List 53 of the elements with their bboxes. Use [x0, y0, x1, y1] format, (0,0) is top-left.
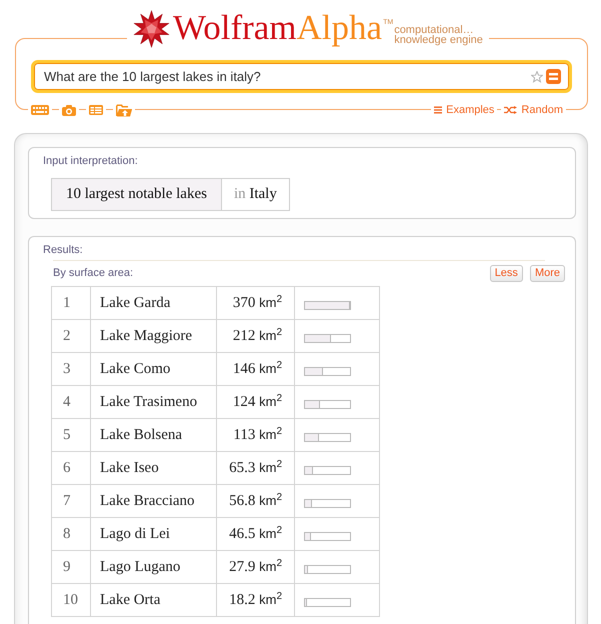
location-qualifier: in Italy — [222, 178, 290, 211]
interpreted-query: 10 largest notable lakes — [51, 178, 222, 211]
area-value: 27.9 km$^{2}$ — [229, 558, 282, 576]
equals-button[interactable] — [546, 69, 561, 84]
rank-number: 10 — [63, 592, 78, 608]
more-button[interactable]: More — [530, 264, 565, 282]
area-value: 113 km$^{2}$ — [233, 426, 282, 444]
logo-tagline: computational… knowledge engine — [394, 25, 483, 45]
random-link[interactable]: Random — [501, 103, 566, 117]
lake-name: Lake Como — [100, 360, 170, 378]
area-value: 212 km$^{2}$ — [232, 328, 282, 344]
lake-name: Lago Lugano — [100, 558, 180, 576]
lake-name: Lake Garda — [100, 294, 170, 312]
rank-number: 6 — [63, 460, 70, 476]
area-value: 146 km$^{2}$ — [232, 360, 282, 378]
logo-wordmark: WolframAlpha — [173, 8, 382, 48]
subsection-title: By surface area: — [53, 266, 134, 280]
area-value: 56.8 km$^{2}$ — [229, 492, 282, 510]
area-value: 18.2 km$^{2}$ — [229, 592, 282, 608]
lake-name: Lake Bracciano — [100, 492, 195, 510]
list-icon — [434, 106, 442, 114]
lake-name: Lago di Lei — [100, 526, 170, 542]
rank-number: 8 — [63, 526, 70, 542]
less-button[interactable]: Less — [490, 264, 523, 282]
lake-name: Lake Orta — [100, 592, 160, 608]
area-value: 65.3 km$^{2}$ — [229, 460, 282, 476]
section-title: Input interpretation: — [43, 154, 138, 168]
lake-name: Lake Iseo — [100, 460, 159, 476]
area-value: 370 km$^{2}$ — [232, 294, 282, 312]
rank-number: 9 — [63, 558, 70, 576]
table-icon[interactable] — [89, 105, 103, 115]
lake-name: Lake Maggiore — [100, 328, 192, 344]
rank-number: 5 — [63, 426, 70, 444]
lake-name: Lake Trasimeno — [100, 394, 198, 410]
rank-number: 1 — [63, 294, 70, 312]
search-field[interactable]: What are the 10 largest lakes in italy? — [31, 60, 572, 93]
rank-number: 2 — [63, 328, 70, 344]
star-icon[interactable] — [531, 70, 543, 82]
shuffle-icon — [504, 106, 518, 114]
camera-icon[interactable] — [62, 104, 76, 116]
search-input[interactable]: What are the 10 largest lakes in italy? — [44, 68, 528, 86]
area-value: 46.5 km$^{2}$ — [229, 526, 282, 542]
lake-name: Lake Bolsena — [100, 426, 182, 444]
keyboard-icon[interactable] — [31, 105, 49, 115]
section-title: Results: — [43, 243, 83, 257]
equals-icon — [549, 73, 558, 80]
rank-number: 4 — [63, 394, 70, 410]
folder-arrow-icon[interactable] — [116, 104, 132, 116]
examples-link[interactable]: Examples — [431, 103, 498, 117]
logo-star-icon — [133, 10, 170, 48]
rank-number: 3 — [63, 360, 70, 378]
area-value: 124 km$^{2}$ — [232, 394, 282, 410]
rank-number: 7 — [63, 492, 70, 510]
